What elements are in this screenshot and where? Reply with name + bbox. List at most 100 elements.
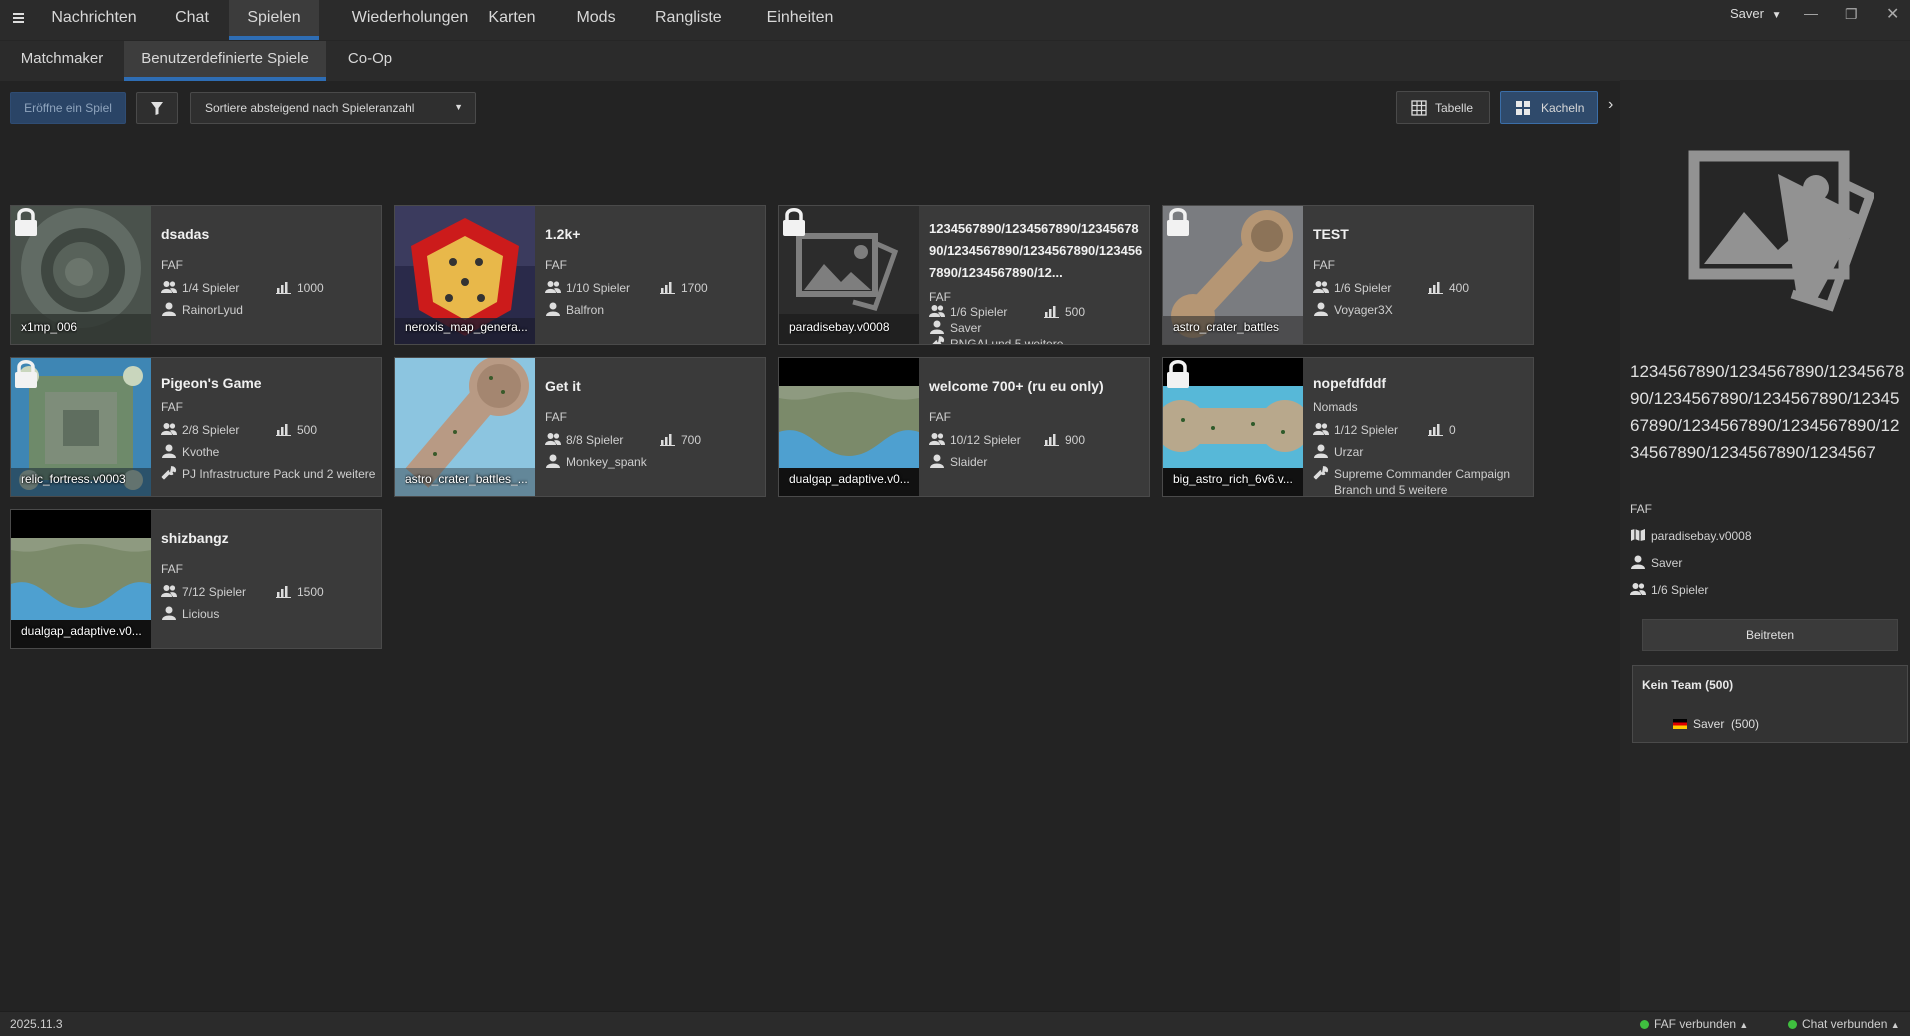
hamburger-icon[interactable] — [12, 11, 26, 25]
host-name: Urzar — [1334, 445, 1364, 459]
tab-coop[interactable]: Co-Op — [338, 41, 402, 81]
chat-status[interactable]: Chat verbunden ▲ — [1788, 1017, 1900, 1031]
tab-rangliste[interactable]: Rangliste — [655, 0, 722, 40]
map-thumbnail: neroxis_map_genera... — [395, 206, 535, 344]
person-icon — [546, 302, 560, 316]
rating-row: 1500 — [276, 584, 324, 599]
player-count: 7/12 Spieler — [182, 585, 247, 599]
user-menu[interactable]: Saver ▼ — [1730, 6, 1782, 21]
status-bar: 2025.11.3 FAF verbunden ▲ Chat verbunden… — [0, 1011, 1910, 1036]
players-row: 1/12 Spieler — [1313, 422, 1398, 437]
rating-value: 1000 — [297, 281, 324, 295]
minimize-icon[interactable]: — — [1804, 5, 1818, 21]
host-row: Balfron — [545, 302, 604, 317]
join-button[interactable]: Beitreten — [1642, 619, 1898, 651]
rating-chart-icon — [276, 282, 291, 294]
close-icon[interactable]: ✕ — [1886, 4, 1899, 24]
collapse-panel-icon[interactable]: › — [1608, 96, 1613, 114]
map-name: big_astro_rich_6v6.v... — [1173, 472, 1293, 486]
game-tile[interactable]: dualgap_adaptive.v0... welcome 700+ (ru e… — [778, 357, 1150, 497]
tiles-view-label: Kacheln — [1541, 101, 1585, 115]
game-tile[interactable]: dualgap_adaptive.v0... shizbangz FAF 7/12 S… — [10, 509, 382, 649]
people-icon — [161, 585, 177, 597]
host-game-button[interactable]: Eröffne ein Spiel — [10, 92, 126, 124]
tab-karten[interactable]: Karten — [482, 0, 542, 40]
players-row: 1/6 Spieler — [929, 304, 1007, 319]
people-icon — [545, 433, 561, 445]
map-name: dualgap_adaptive.v0... — [789, 472, 910, 486]
host-row: Kvothe — [161, 444, 219, 459]
person-icon — [162, 302, 176, 316]
faf-status[interactable]: FAF verbunden ▲ — [1640, 1017, 1748, 1031]
table-view-button[interactable]: Tabelle — [1396, 91, 1490, 124]
detail-players: 1/6 Spieler — [1651, 583, 1709, 597]
rating-value: 1500 — [297, 585, 324, 599]
host-name: RainorLyud — [182, 303, 243, 317]
mods-row: PJ Infrastructure Pack und 2 weitere — [161, 466, 381, 482]
tab-nachrichten[interactable]: Nachrichten — [44, 0, 144, 40]
map-icon — [1631, 529, 1645, 541]
team-title: Kein Team (500) — [1642, 678, 1734, 692]
rating-row: 700 — [660, 432, 701, 447]
detail-map-row: paradisebay.v0008 — [1630, 528, 1752, 543]
team-player-row[interactable]: Saver (500) — [1673, 717, 1759, 731]
game-tile[interactable]: neroxis_map_genera... 1.2k+ FAF 1/10 Spiele… — [394, 205, 766, 345]
restore-icon[interactable]: ❐ — [1845, 6, 1858, 23]
host-name: Voyager3X — [1334, 303, 1393, 317]
detail-host-row: Saver — [1630, 555, 1682, 570]
wrench-icon — [932, 336, 945, 344]
map-name: neroxis_map_genera... — [405, 320, 528, 334]
tab-einheiten[interactable]: Einheiten — [758, 0, 842, 40]
lock-icon — [783, 208, 805, 236]
game-title: TEST — [1313, 226, 1349, 242]
tab-chat[interactable]: Chat — [166, 0, 218, 40]
player-count: 8/8 Spieler — [566, 433, 624, 447]
people-icon — [1313, 281, 1329, 293]
host-name: Balfron — [566, 303, 605, 317]
tab-matchmaker[interactable]: Matchmaker — [10, 41, 114, 81]
map-thumbnail: dualgap_adaptive.v0... — [11, 510, 151, 648]
team-player-rating: (500) — [1731, 717, 1760, 731]
person-icon — [930, 320, 944, 334]
lock-icon — [1167, 208, 1189, 236]
sort-value: Sortiere absteigend nach Spieleranzahl — [205, 101, 415, 115]
filter-button[interactable] — [136, 92, 178, 124]
game-tile[interactable]: x1mp_006 dsadas FAF 1/4 Spieler 1000 RainorLy… — [10, 205, 382, 345]
game-title: shizbangz — [161, 530, 229, 546]
tiles-view-button[interactable]: Kacheln — [1500, 91, 1598, 124]
people-icon — [1630, 583, 1646, 595]
tab-benutzerdefinierte-spiele[interactable]: Benutzerdefinierte Spiele — [124, 41, 326, 81]
team-player-name: Saver — [1693, 717, 1725, 731]
game-tile[interactable]: astro_crater_battles_... Get it FAF 8/8 Spi… — [394, 357, 766, 497]
rating-chart-icon — [276, 424, 291, 436]
top-navigation: Nachrichten Chat Spielen Wiederholungen … — [0, 0, 1910, 40]
wrench-icon — [161, 466, 177, 480]
host-row: Licious — [161, 606, 219, 621]
game-mod: FAF — [1313, 258, 1336, 272]
tab-spielen[interactable]: Spielen — [229, 0, 319, 40]
game-mod: FAF — [545, 410, 568, 424]
game-tile[interactable]: paradisebay.v0008 1234567890/1234567890/1… — [778, 205, 1150, 345]
map-name: astro_crater_battles — [1173, 320, 1280, 334]
status-dot-icon — [1788, 1020, 1797, 1029]
game-title: dsadas — [161, 226, 210, 242]
game-tile[interactable]: astro_crater_battles TEST FAF 1/6 Spieler 40… — [1162, 205, 1534, 345]
game-mod: FAF — [161, 400, 184, 414]
chevron-down-icon: ▼ — [454, 102, 463, 112]
players-row: 2/8 Spieler — [161, 422, 239, 437]
sort-dropdown[interactable]: Sortiere absteigend nach Spieleranzahl ▼ — [190, 92, 476, 124]
game-tile[interactable]: big_astro_rich_6v6.v... nopefdfddf Nomads 1… — [1162, 357, 1534, 497]
rating-row: 900 — [1044, 432, 1085, 447]
map-name: relic_fortress.v0003 — [21, 472, 126, 486]
game-tile[interactable]: relic_fortress.v0003 Pigeon's Game FAF 2/8 … — [10, 357, 382, 497]
tab-mods[interactable]: Mods — [568, 0, 624, 40]
rating-value: 500 — [1065, 305, 1086, 319]
player-count: 1/4 Spieler — [182, 281, 240, 295]
version-label: 2025.11.3 — [10, 1017, 63, 1031]
game-title: Get it — [545, 378, 581, 394]
person-icon — [546, 454, 560, 468]
players-row: 10/12 Spieler — [929, 432, 1021, 447]
rating-row: 1000 — [276, 280, 324, 295]
game-detail-panel: 1234567890/1234567890/1234567890/1234567… — [1620, 80, 1910, 1010]
tab-wiederholungen[interactable]: Wiederholungen — [335, 0, 485, 40]
